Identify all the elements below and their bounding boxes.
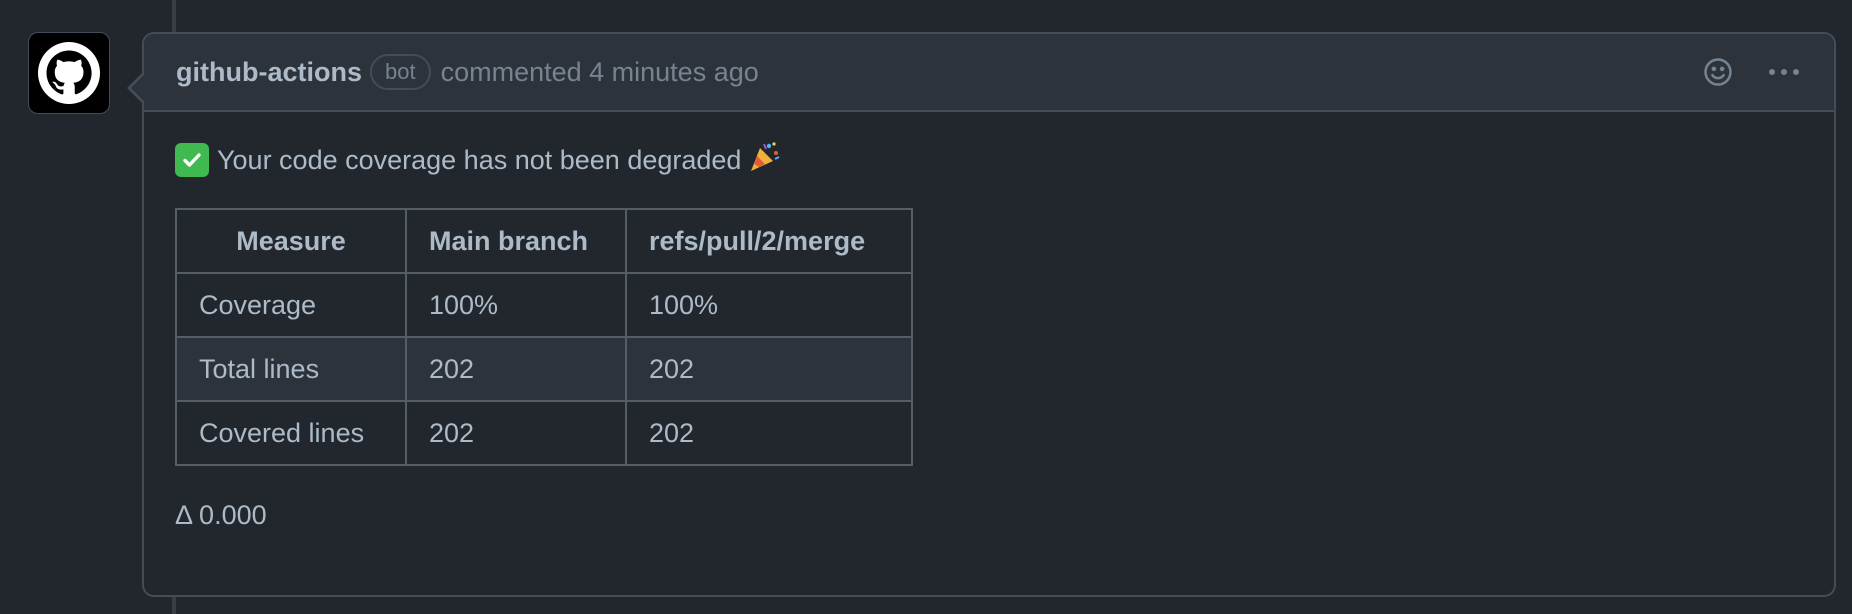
coverage-summary: Your code coverage has not been degraded bbox=[175, 140, 1803, 180]
column-header-measure: Measure bbox=[175, 208, 407, 274]
table-cell: Coverage bbox=[175, 272, 407, 338]
kebab-horizontal-icon bbox=[1769, 69, 1799, 75]
column-header-main-branch: Main branch bbox=[405, 208, 627, 274]
table-cell: Covered lines bbox=[175, 400, 407, 466]
party-popper-emoji-icon bbox=[747, 140, 781, 181]
column-header-pr-branch: refs/pull/2/merge bbox=[625, 208, 913, 274]
table-cell: 202 bbox=[405, 336, 627, 402]
comment-body: Your code coverage has not been degraded… bbox=[144, 112, 1834, 531]
add-reaction-button[interactable] bbox=[1698, 52, 1738, 92]
table-row: Coverage 100% 100% bbox=[175, 272, 913, 338]
table-cell: 100% bbox=[405, 272, 627, 338]
comment-actions bbox=[1698, 34, 1804, 110]
coverage-table: Measure Main branch refs/pull/2/merge Co… bbox=[175, 208, 913, 466]
coverage-delta: Δ 0.000 bbox=[175, 500, 267, 530]
comment-pointer-fill bbox=[131, 74, 145, 102]
summary-text: Your code coverage has not been degraded bbox=[217, 144, 742, 175]
table-header-row: Measure Main branch refs/pull/2/merge bbox=[175, 208, 913, 274]
table-cell: 100% bbox=[625, 272, 913, 338]
github-mark-icon bbox=[38, 42, 100, 104]
table-cell: 202 bbox=[625, 336, 913, 402]
author-link[interactable]: github-actions bbox=[176, 57, 362, 88]
comment-box: github-actions bot commented 4 minutes a… bbox=[127, 32, 1836, 597]
table-cell: 202 bbox=[625, 400, 913, 466]
bot-badge: bot bbox=[369, 54, 431, 90]
table-cell: Total lines bbox=[175, 336, 407, 402]
more-options-button[interactable] bbox=[1764, 52, 1804, 92]
smiley-icon bbox=[1704, 58, 1732, 86]
check-mark-emoji-icon bbox=[175, 143, 209, 177]
table-row: Total lines 202 202 bbox=[175, 336, 913, 402]
table-cell: 202 bbox=[405, 400, 627, 466]
avatar[interactable] bbox=[28, 32, 110, 114]
comment-header: github-actions bot commented 4 minutes a… bbox=[144, 34, 1834, 112]
comment-timestamp[interactable]: commented 4 minutes ago bbox=[441, 57, 759, 88]
table-row: Covered lines 202 202 bbox=[175, 400, 913, 466]
